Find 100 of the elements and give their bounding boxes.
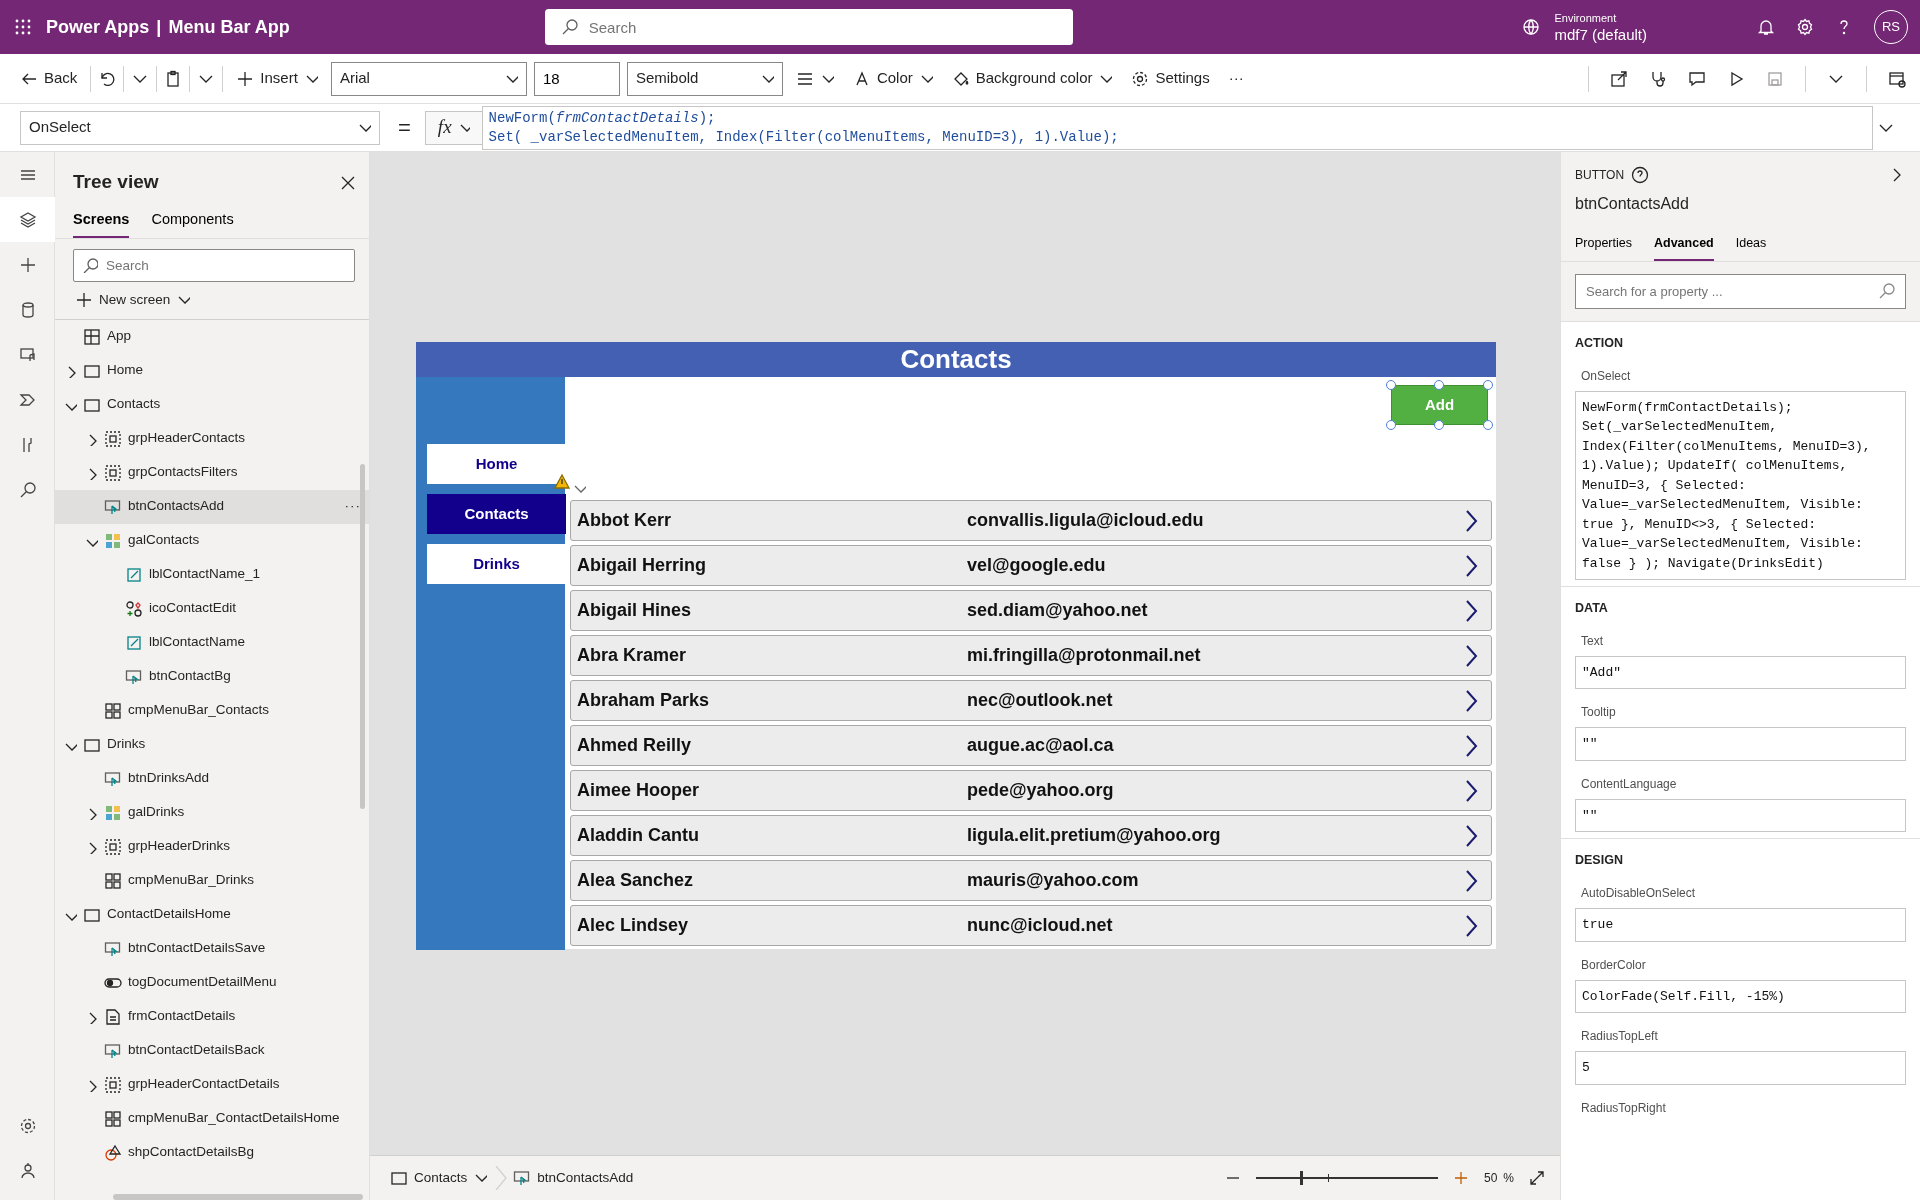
environment-name[interactable]: mdf7 (default) <box>1554 26 1647 42</box>
resize-handle[interactable] <box>1434 420 1444 430</box>
chevron-icon[interactable] <box>1463 553 1479 578</box>
property-field[interactable]: true <box>1575 908 1906 942</box>
chevron-icon[interactable] <box>1463 778 1479 803</box>
tree-item[interactable]: galDrinks <box>55 795 369 830</box>
tree-item[interactable]: lblContactName <box>55 625 369 660</box>
comment-icon[interactable] <box>1688 69 1706 88</box>
contact-row[interactable]: Abigail Hines sed.diam@yahoo.net <box>570 590 1492 631</box>
contact-row[interactable]: Abbot Kerr convallis.ligula@icloud.edu <box>570 500 1492 541</box>
resize-handle[interactable] <box>1386 380 1396 390</box>
font-weight-dropdown[interactable]: Semibold <box>626 61 783 96</box>
property-field[interactable]: 5 <box>1575 1051 1906 1085</box>
contact-row[interactable]: Aimee Hooper pede@yahoo.org <box>570 770 1492 811</box>
tree-item[interactable]: btnDrinksAdd <box>55 761 369 796</box>
layers-button[interactable] <box>0 197 55 242</box>
resize-handle[interactable] <box>1483 380 1493 390</box>
breadcrumb-item[interactable]: btnContactsAdd <box>507 1163 640 1193</box>
property-field[interactable]: ColorFade(Self.Fill, -15%) <box>1575 979 1906 1013</box>
tree-item[interactable]: btnContactDetailsBack <box>55 1033 369 1068</box>
property-dropdown[interactable]: OnSelect <box>20 110 380 145</box>
contact-row[interactable]: Abigail Herring vel@google.edu <box>570 545 1492 586</box>
contact-row[interactable]: Ahmed Reilly augue.ac@aol.ca <box>570 725 1492 766</box>
menu-item[interactable]: Drinks <box>427 544 566 584</box>
chevron-icon[interactable] <box>1463 688 1479 713</box>
tree-item[interactable]: Contacts <box>55 387 369 422</box>
scrollbar[interactable] <box>113 1194 363 1200</box>
tree-item[interactable]: btnContactDetailsSave <box>55 931 369 966</box>
tree-item[interactable]: cmpMenuBar_Drinks <box>55 863 369 898</box>
menu-item[interactable]: Home <box>427 444 566 484</box>
help-icon[interactable] <box>1631 166 1650 184</box>
chevron-icon[interactable] <box>1463 643 1479 668</box>
tab[interactable]: Properties <box>1575 228 1632 261</box>
tree-item[interactable]: icoContactEdit <box>55 591 369 626</box>
zoom-slider[interactable] <box>1255 1171 1438 1185</box>
font-dropdown[interactable]: Arial <box>330 61 527 96</box>
more-button[interactable]: ··· <box>1222 63 1250 94</box>
property-field[interactable]: "" <box>1575 727 1906 761</box>
tree-item[interactable]: grpHeaderContacts <box>55 421 369 456</box>
share-icon[interactable] <box>1610 69 1628 88</box>
tree-item[interactable]: ContactDetailsHome <box>55 897 369 932</box>
fullscreen-icon[interactable] <box>1528 1169 1546 1187</box>
tree-item[interactable]: grpHeaderDrinks <box>55 829 369 864</box>
chevron-icon[interactable] <box>1463 868 1479 893</box>
chevron-icon[interactable] <box>1463 913 1479 938</box>
search-field[interactable]: Search <box>544 9 1073 45</box>
tree-item[interactable]: Drinks <box>55 727 369 762</box>
tree-item[interactable]: App <box>55 319 369 354</box>
tab[interactable]: Screens <box>73 202 130 239</box>
scrollbar[interactable] <box>360 464 365 809</box>
property-field[interactable]: NewForm(frmContactDetails); Set(_varSelectedMenuItem, Index(Filter(colMenuItems, MenuID=3), 1).Value); UpdateIf( colMenuItems, MenuID=3, { Selected: Value=_varSelectedMenuItem, Visible: true }, MenuID<>3, { Selected: Value=_varSelectedMenuItem, Visible: false } ); Navigate(DrinksEdit) <box>1575 390 1906 580</box>
tree-item[interactable]: togDocumentDetailMenu <box>55 965 369 1000</box>
settings-icon[interactable] <box>1796 18 1814 36</box>
chevron-icon[interactable] <box>1463 598 1479 623</box>
tree-item[interactable]: cmpMenuBar_ContactDetailsHome <box>55 1101 369 1136</box>
function-button[interactable]: fx <box>424 110 482 145</box>
tree-item[interactable]: shpContactDetailsBg <box>55 1135 369 1170</box>
tab[interactable]: Advanced <box>1654 228 1714 261</box>
contact-row[interactable]: Aladdin Cantu ligula.elit.pretium@yahoo.org <box>570 815 1492 856</box>
publish-icon[interactable] <box>1888 69 1906 88</box>
menu-item[interactable]: Contacts <box>427 494 566 534</box>
tree-item[interactable]: lblContactName_1 <box>55 557 369 592</box>
tab[interactable]: Ideas <box>1735 228 1767 261</box>
insert-button[interactable]: Insert <box>230 63 324 94</box>
resize-handle[interactable] <box>1386 420 1396 430</box>
search-field[interactable]: Search <box>73 249 355 283</box>
chevron-icon[interactable] <box>1463 733 1479 758</box>
stethoscope-icon[interactable] <box>1649 69 1667 88</box>
app-launcher-icon[interactable] <box>14 18 32 36</box>
contact-row[interactable]: Alec Lindsey nunc@icloud.net <box>570 905 1492 946</box>
tree-item[interactable]: btnContactBg <box>55 659 369 694</box>
new-screen-button[interactable]: New screen <box>69 286 369 315</box>
chevron-icon[interactable] <box>1463 508 1479 533</box>
chevron-icon[interactable] <box>1463 823 1479 848</box>
more-button[interactable]: ··· <box>344 496 361 517</box>
property-field[interactable]: "" <box>1575 798 1906 833</box>
color-button[interactable]: Color <box>846 63 939 94</box>
tree-item[interactable]: grpContactsFilters <box>55 455 369 490</box>
tree-item[interactable]: Home <box>55 353 369 388</box>
notification-icon[interactable] <box>1757 18 1775 36</box>
property-field[interactable]: "Add" <box>1575 655 1906 690</box>
tree-item[interactable]: grpHeaderContactDetails <box>55 1067 369 1102</box>
tree-item[interactable]: frmContactDetails <box>55 999 369 1034</box>
close-icon[interactable] <box>339 174 355 191</box>
background-color-button[interactable]: Background color <box>945 63 1119 94</box>
back-button[interactable]: Back <box>14 63 84 94</box>
slider-thumb[interactable] <box>1300 1171 1304 1185</box>
tree-item[interactable]: cmpMenuBar_Contacts <box>55 693 369 728</box>
contact-row[interactable]: Alea Sanchez mauris@yahoo.com <box>570 860 1492 901</box>
search-field[interactable]: Search for a property ... <box>1575 273 1906 309</box>
tab[interactable]: Components <box>151 202 234 239</box>
contact-row[interactable]: Abraham Parks nec@outlook.net <box>570 680 1492 721</box>
screen-dropdown[interactable]: Contacts <box>384 1163 494 1193</box>
tree-item[interactable]: btnContactsAdd ··· <box>55 489 369 524</box>
formula-field[interactable]: NewForm(frmContactDetails); Set( _varSelectedMenuItem, Index(Filter(colMenuItems, MenuID=3), 1).Value); <box>481 105 1873 150</box>
resize-handle[interactable] <box>1434 380 1444 390</box>
resize-handle[interactable] <box>1483 420 1493 430</box>
settings-button[interactable]: Settings <box>1125 63 1216 94</box>
tree-item[interactable]: galContacts <box>55 523 369 558</box>
font-size-field[interactable]: 18 <box>533 61 620 96</box>
